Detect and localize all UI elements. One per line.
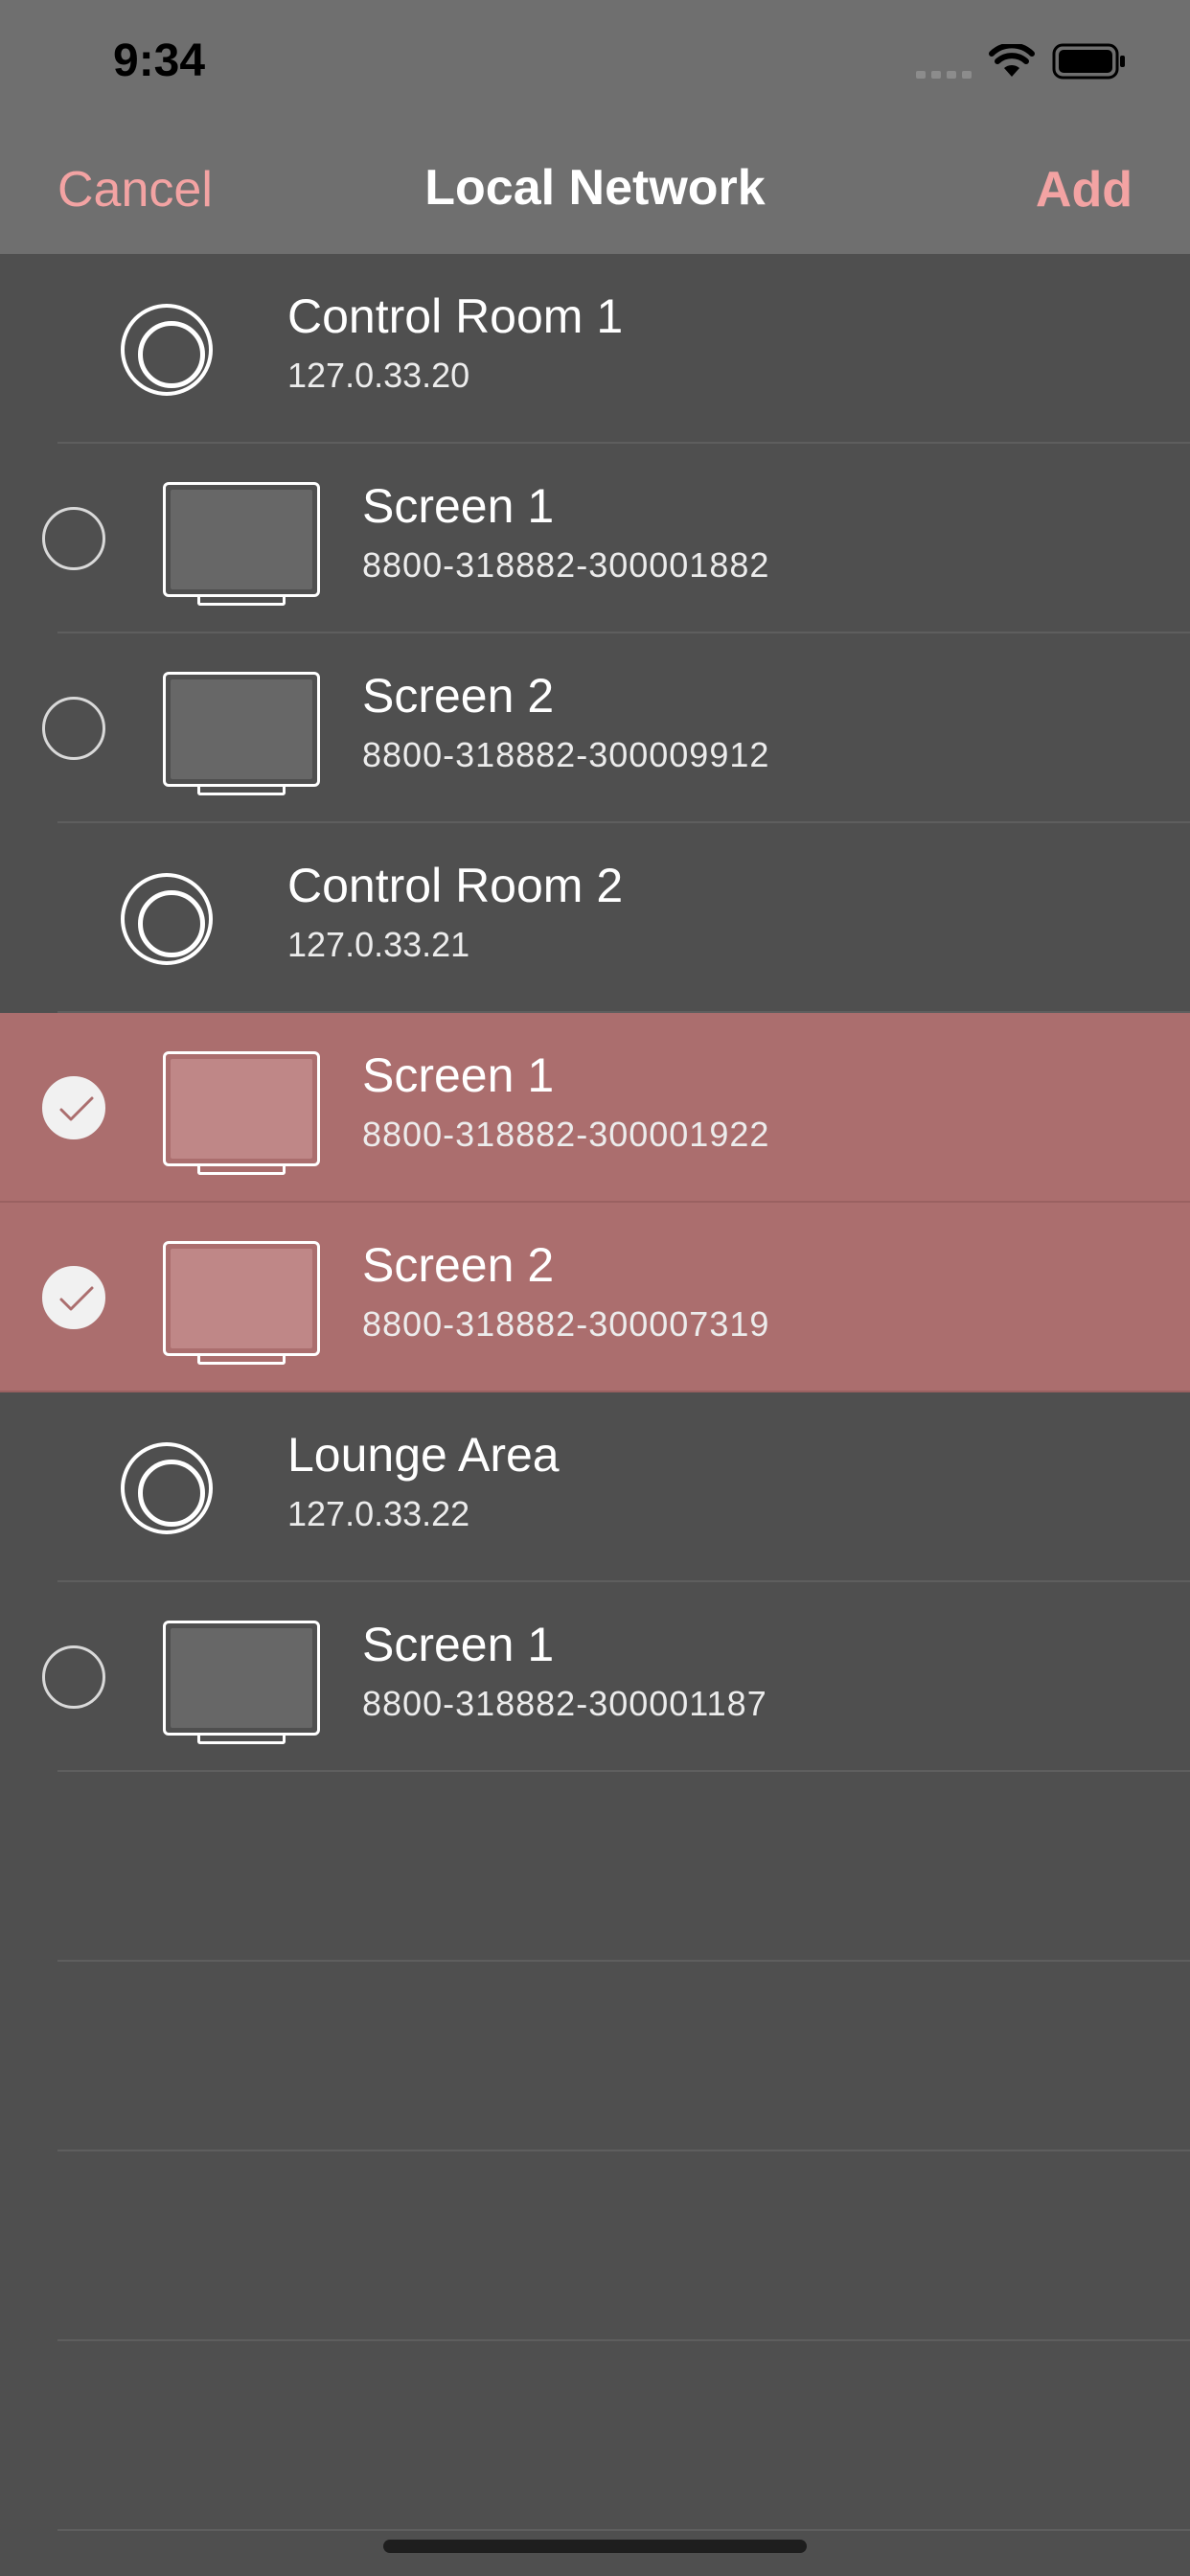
checkmark-icon <box>59 1286 94 1311</box>
group-row[interactable]: Control Room 1 127.0.33.20 <box>0 254 1190 444</box>
group-name: Lounge Area <box>287 1428 560 1482</box>
add-button[interactable]: Add <box>1036 161 1133 218</box>
header: 9:34 Cancel Local Network Add <box>0 0 1190 254</box>
screen-serial: 8800-318882-300007319 <box>362 1304 770 1344</box>
page-title: Local Network <box>424 160 766 216</box>
tv-screen-icon <box>163 1241 320 1368</box>
screen-row[interactable]: Screen 1 8800-318882-300001882 <box>0 444 1190 633</box>
group-ip: 127.0.33.22 <box>287 1494 470 1533</box>
tv-screen-icon <box>163 1621 320 1747</box>
select-checkbox[interactable] <box>42 1266 105 1329</box>
empty-row <box>0 1772 1190 1962</box>
screen-row[interactable]: Screen 2 8800-318882-300007319 <box>0 1203 1190 1392</box>
group-ip: 127.0.33.21 <box>287 925 470 964</box>
group-name: Control Room 2 <box>287 859 624 912</box>
empty-row <box>0 2341 1190 2531</box>
status-indicators <box>916 42 1127 80</box>
screen-serial: 8800-318882-300001882 <box>362 545 770 585</box>
screen-name: Screen 1 <box>362 1048 555 1102</box>
group-ip: 127.0.33.20 <box>287 356 470 395</box>
cellular-signal-icon <box>916 44 972 79</box>
screen-name: Screen 2 <box>362 1238 555 1292</box>
checkmark-icon <box>59 1096 94 1121</box>
wifi-icon <box>989 44 1035 77</box>
select-checkbox[interactable] <box>42 1076 105 1139</box>
screen-row[interactable]: Screen 1 8800-318882-300001187 <box>0 1582 1190 1772</box>
group-radio-icon <box>121 1442 213 1534</box>
tv-screen-icon <box>163 1051 320 1178</box>
select-checkbox[interactable] <box>42 1645 105 1709</box>
status-time: 9:34 <box>113 35 206 86</box>
home-indicator[interactable] <box>383 2540 807 2553</box>
tv-screen-icon <box>163 672 320 798</box>
empty-row <box>0 1962 1190 2151</box>
battery-icon <box>1052 43 1125 80</box>
empty-row <box>0 2151 1190 2341</box>
group-radio-icon <box>121 304 213 396</box>
group-row[interactable]: Lounge Area 127.0.33.22 <box>0 1392 1190 1582</box>
group-radio-icon <box>121 873 213 965</box>
screen-serial: 8800-318882-300001922 <box>362 1115 770 1154</box>
screen-name: Screen 1 <box>362 479 555 533</box>
group-row[interactable]: Control Room 2 127.0.33.21 <box>0 823 1190 1013</box>
screen-row[interactable]: Screen 2 8800-318882-300009912 <box>0 633 1190 823</box>
screen-serial: 8800-318882-300001187 <box>362 1684 767 1723</box>
group-name: Control Room 1 <box>287 289 624 343</box>
screen-serial: 8800-318882-300009912 <box>362 735 770 774</box>
screen-name: Screen 2 <box>362 669 555 723</box>
tv-screen-icon <box>163 482 320 609</box>
device-list: Control Room 1 127.0.33.20 Screen 1 8800… <box>0 254 1190 2531</box>
screen-name: Screen 1 <box>362 1618 555 1671</box>
select-checkbox[interactable] <box>42 697 105 760</box>
select-checkbox[interactable] <box>42 507 105 570</box>
screen-row[interactable]: Screen 1 8800-318882-300001922 <box>0 1013 1190 1203</box>
